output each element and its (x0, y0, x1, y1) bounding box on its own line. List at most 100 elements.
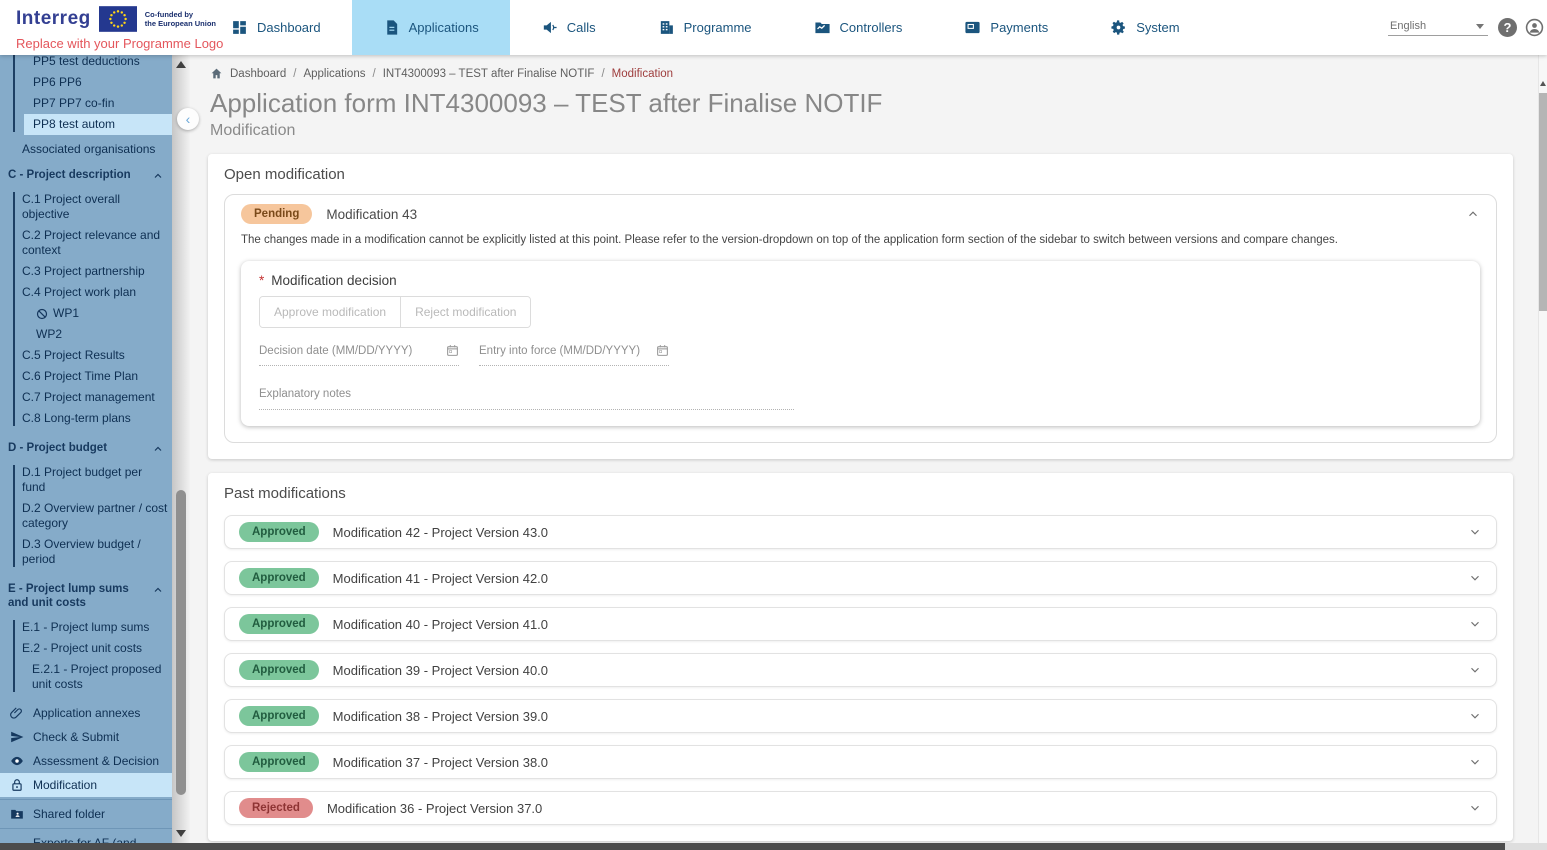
sidebar-item-c6[interactable]: C.6 Project Time Plan (13, 366, 172, 387)
sidebar-scrollbar[interactable] (172, 55, 190, 843)
chevron-down-icon (1476, 24, 1484, 29)
page-horizontal-scrollbar-thumb[interactable] (0, 843, 1505, 850)
sidebar-scrollbar-thumb[interactable] (176, 490, 186, 795)
sidebar-item-wp2[interactable]: WP2 (13, 324, 172, 345)
nav-item-dashboard[interactable]: Dashboard (200, 0, 352, 55)
entry-into-force-field[interactable]: Entry into force (MM/DD/YYYY) (479, 344, 669, 366)
status-badge: Approved (239, 568, 319, 588)
past-modification-row[interactable]: Approved Modification 41 - Project Versi… (224, 561, 1497, 595)
breadcrumb-applications[interactable]: Applications (303, 68, 365, 80)
sidebar-item-e21[interactable]: E.2.1 - Project proposed unit costs (13, 659, 172, 695)
breadcrumb-project[interactable]: INT4300093 – TEST after Finalise NOTIF (383, 68, 595, 80)
language-select[interactable]: English (1388, 20, 1488, 36)
past-modifications-heading: Past modifications (224, 485, 1497, 503)
blocked-icon (36, 308, 48, 320)
nav-item-applications[interactable]: Applications (352, 0, 510, 55)
nav-item-controllers[interactable]: Controllers (783, 0, 934, 55)
sidebar-item-d2[interactable]: D.2 Overview partner / cost category (13, 498, 172, 534)
calls-icon (541, 19, 558, 36)
programme-logo: Interreg Co-funded by the European Union… (16, 6, 223, 51)
account-icon[interactable] (1525, 18, 1544, 37)
scroll-down-arrow-icon[interactable] (176, 830, 186, 837)
lock-icon (10, 778, 24, 792)
past-modification-row[interactable]: Approved Modification 42 - Project Versi… (224, 515, 1497, 549)
sidebar-item-pp6[interactable]: PP6 PP6 (24, 72, 172, 93)
sidebar-item-c2[interactable]: C.2 Project relevance and context (13, 225, 172, 261)
sidebar-section-e-header[interactable]: E - Project lump sums and unit costs (0, 574, 172, 613)
past-modifications-card: Past modifications Approved Modification… (208, 473, 1513, 841)
reject-modification-button[interactable]: Reject modification (401, 297, 530, 327)
sidebar-item-pp5[interactable]: PP5 test deductions (24, 55, 172, 72)
chevron-down-icon (1468, 617, 1482, 631)
sidebar-item-shared-folder[interactable]: Shared folder (0, 802, 172, 826)
dashboard-icon (231, 19, 248, 36)
sidebar-section-d-header[interactable]: D - Project budget (0, 433, 172, 458)
status-badge: Rejected (239, 798, 313, 818)
breadcrumb-dashboard[interactable]: Dashboard (230, 68, 286, 80)
nav-item-system[interactable]: System (1079, 0, 1210, 55)
sidebar-item-application-annexes[interactable]: Application annexes (0, 701, 172, 725)
past-modification-row[interactable]: Approved Modification 40 - Project Versi… (224, 607, 1497, 641)
status-badge: Pending (241, 204, 312, 224)
decision-button-group: Approve modification Reject modification (259, 296, 531, 328)
chevron-up-icon[interactable] (1466, 207, 1480, 221)
nav-item-calls[interactable]: Calls (510, 0, 627, 55)
sidebar-item-e1[interactable]: E.1 - Project lump sums (13, 617, 172, 638)
status-badge: Approved (239, 752, 319, 772)
sidebar-item-wp1[interactable]: WP1 (13, 303, 172, 324)
sidebar-item-pp8[interactable]: PP8 test autom (24, 114, 172, 135)
sidebar-item-associated-organisations[interactable]: Associated organisations (0, 139, 172, 160)
sidebar-item-exports[interactable]: Exports for AF (and other) (0, 831, 172, 843)
system-icon (1110, 19, 1127, 36)
sidebar-item-c3[interactable]: C.3 Project partnership (13, 261, 172, 282)
explanatory-notes-field[interactable]: Explanatory notes (259, 388, 794, 410)
sidebar-item-d1[interactable]: D.1 Project budget per fund (13, 462, 172, 498)
calendar-icon[interactable] (446, 344, 459, 357)
status-badge: Approved (239, 706, 319, 726)
nav-item-programme[interactable]: Programme (627, 0, 783, 55)
modification-43-panel: Pending Modification 43 The changes made… (224, 194, 1497, 443)
past-modification-row[interactable]: Approved Modification 38 - Project Versi… (224, 699, 1497, 733)
page-vertical-scrollbar[interactable] (1538, 55, 1547, 843)
modification-43-panel-header[interactable]: Pending Modification 43 (225, 195, 1496, 233)
sidebar-item-e2[interactable]: E.2 - Project unit costs (13, 638, 172, 659)
sidebar-item-d3[interactable]: D.3 Overview budget / period (13, 534, 172, 570)
help-icon[interactable]: ? (1498, 18, 1517, 37)
past-modification-row[interactable]: Approved Modification 37 - Project Versi… (224, 745, 1497, 779)
calendar-icon[interactable] (656, 344, 669, 357)
chevron-down-icon (1468, 525, 1482, 539)
home-icon (210, 67, 223, 80)
applications-icon (383, 19, 400, 36)
sidebar-item-c4[interactable]: C.4 Project work plan (13, 282, 172, 303)
page-scrollbar-thumb[interactable] (1539, 93, 1547, 311)
sidebar-section-c-header[interactable]: C - Project description (0, 160, 172, 185)
sidebar-item-assessment-decision[interactable]: Assessment & Decision (0, 749, 172, 773)
sidebar-item-c1[interactable]: C.1 Project overall objective (13, 189, 172, 225)
scroll-up-arrow-icon[interactable] (1540, 81, 1546, 86)
attachment-icon (10, 706, 24, 720)
modification-info-text: The changes made in a modification canno… (225, 233, 1496, 255)
past-modification-row[interactable]: Rejected Modification 36 - Project Versi… (224, 791, 1497, 825)
decision-date-field[interactable]: Decision date (MM/DD/YYYY) (259, 344, 459, 366)
past-modification-row[interactable]: Approved Modification 39 - Project Versi… (224, 653, 1497, 687)
approve-modification-button[interactable]: Approve modification (260, 297, 401, 327)
required-marker: * (259, 273, 264, 288)
sidebar: PP5 test deductions PP6 PP6 PP7 PP7 co-f… (0, 55, 172, 843)
sidebar-item-pp7[interactable]: PP7 PP7 co-fin (24, 93, 172, 114)
sidebar-item-c5[interactable]: C.5 Project Results (13, 345, 172, 366)
chevron-up-icon (152, 170, 164, 182)
chevron-down-icon (1468, 709, 1482, 723)
sidebar-item-modification[interactable]: Modification (0, 773, 172, 797)
top-navbar: Interreg Co-funded by the European Union… (0, 0, 1547, 55)
page-title: Application form INT4300093 – TEST after… (210, 88, 915, 119)
page-horizontal-scrollbar[interactable] (0, 843, 1547, 850)
sidebar-collapse-button[interactable]: ‹ (177, 108, 199, 130)
nav-item-payments[interactable]: Payments (933, 0, 1079, 55)
interreg-logo: Interreg (16, 8, 91, 30)
scroll-up-arrow-icon[interactable] (176, 61, 186, 68)
main-content: Dashboard / Applications / INT4300093 – … (190, 55, 1538, 843)
sidebar-item-c8[interactable]: C.8 Long-term plans (13, 408, 172, 429)
sidebar-item-c7[interactable]: C.7 Project management (13, 387, 172, 408)
page-subtitle: Modification (210, 122, 1538, 140)
sidebar-item-check-submit[interactable]: Check & Submit (0, 725, 172, 749)
